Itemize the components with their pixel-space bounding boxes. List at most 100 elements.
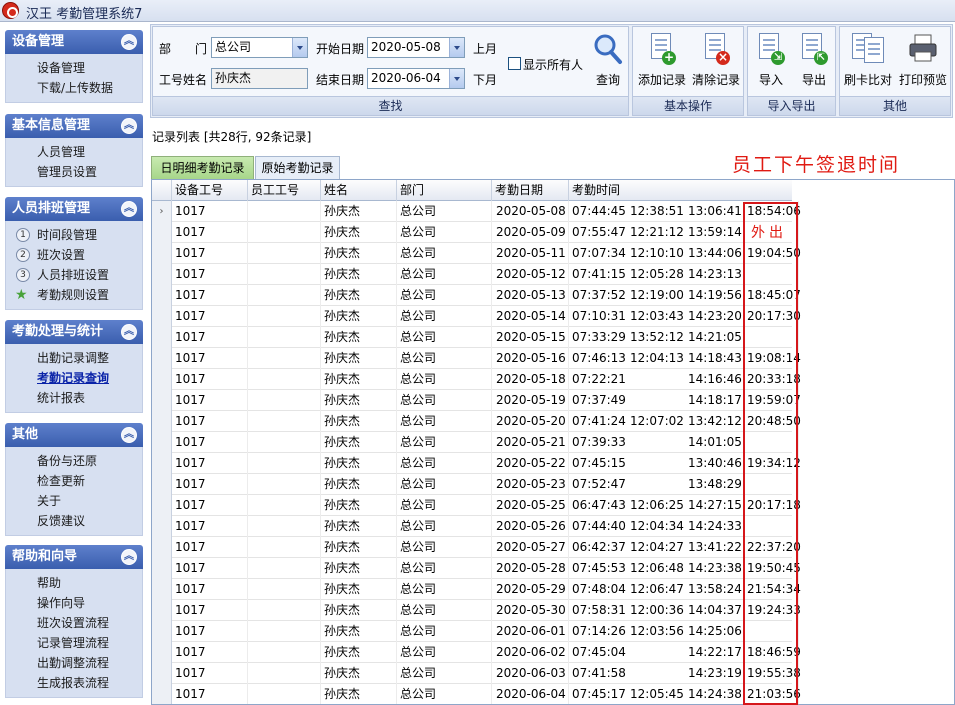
- cell-time-3[interactable]: 14:24:33: [685, 516, 743, 537]
- table-row[interactable]: 1017 孙庆杰 总公司 2020-05-19 07:37:49 14:18:17 19:5…: [152, 390, 801, 411]
- cell-date[interactable]: 2020-05-23: [492, 474, 569, 495]
- import-button[interactable]: ⇲ 导入: [750, 29, 792, 95]
- col-header-date[interactable]: 考勤日期: [492, 180, 569, 201]
- row-indicator[interactable]: [152, 453, 172, 474]
- cell-employee-id[interactable]: [248, 222, 321, 243]
- cell-time-2[interactable]: [627, 432, 685, 453]
- cell-time-2[interactable]: 12:04:13: [627, 348, 685, 369]
- cell-date[interactable]: 2020-05-18: [492, 369, 569, 390]
- row-indicator[interactable]: [152, 432, 172, 453]
- table-row[interactable]: 1017 孙庆杰 总公司 2020-05-27 06:42:37 12:04:27 13:4…: [152, 537, 801, 558]
- cell-time-1[interactable]: 07:37:52: [569, 285, 627, 306]
- cell-name[interactable]: 孙庆杰: [321, 201, 397, 222]
- table-row[interactable]: 1017 孙庆杰 总公司 2020-05-12 07:41:15 12:05:28 14:2…: [152, 264, 799, 285]
- cell-name[interactable]: 孙庆杰: [321, 453, 397, 474]
- row-indicator[interactable]: [152, 474, 172, 495]
- table-row[interactable]: 1017 孙庆杰 总公司 2020-05-30 07:58:31 12:00:36 14:0…: [152, 600, 801, 621]
- cell-name[interactable]: 孙庆杰: [321, 390, 397, 411]
- add-record-button[interactable]: + 添加记录: [635, 29, 689, 95]
- cell-name[interactable]: 孙庆杰: [321, 474, 397, 495]
- dropdown-arrow-icon[interactable]: [449, 38, 464, 57]
- col-header-employee-id[interactable]: 员工工号: [248, 180, 321, 201]
- row-indicator[interactable]: [152, 264, 172, 285]
- query-button[interactable]: 查询: [588, 29, 628, 95]
- cell-dept[interactable]: 总公司: [397, 642, 492, 663]
- sidebar-group-header[interactable]: 基本信息管理 ︽: [5, 114, 143, 138]
- cell-time-3[interactable]: 13:58:24: [685, 579, 743, 600]
- cell-device-id[interactable]: 1017: [172, 558, 248, 579]
- card-compare-button[interactable]: 刷卡比对: [841, 29, 895, 95]
- collapse-icon[interactable]: ︽: [121, 427, 137, 443]
- cell-device-id[interactable]: 1017: [172, 537, 248, 558]
- sidebar-item-attendance-adjust[interactable]: 出勤记录调整: [6, 348, 142, 368]
- table-row[interactable]: 1017 孙庆杰 总公司 2020-05-25 06:47:43 12:06:25 14:2…: [152, 495, 801, 516]
- cell-dept[interactable]: 总公司: [397, 684, 492, 704]
- col-header-time[interactable]: 考勤时间: [569, 180, 792, 201]
- row-indicator[interactable]: [152, 642, 172, 663]
- cell-dept[interactable]: 总公司: [397, 474, 492, 495]
- cell-name[interactable]: 孙庆杰: [321, 411, 397, 432]
- table-row[interactable]: 1017 孙庆杰 总公司 2020-06-01 07:14:26 12:03:56 14:2…: [152, 621, 799, 642]
- sidebar-item-adjust-flow[interactable]: 出勤调整流程: [6, 653, 142, 673]
- cell-device-id[interactable]: 1017: [172, 432, 248, 453]
- cell-dept[interactable]: 总公司: [397, 369, 492, 390]
- cell-time-3[interactable]: 14:25:06: [685, 621, 743, 642]
- table-row[interactable]: 1017 孙庆杰 总公司 2020-05-16 07:46:13 12:04:13 14:1…: [152, 348, 801, 369]
- table-row[interactable]: 1017 孙庆杰 总公司 2020-05-13 07:37:52 12:19:00 14:1…: [152, 285, 801, 306]
- cell-time-3[interactable]: 13:06:41: [685, 201, 743, 222]
- cell-employee-id[interactable]: [248, 453, 321, 474]
- cell-date[interactable]: 2020-06-01: [492, 621, 569, 642]
- cell-date[interactable]: 2020-05-14: [492, 306, 569, 327]
- cell-name[interactable]: 孙庆杰: [321, 516, 397, 537]
- cell-dept[interactable]: 总公司: [397, 348, 492, 369]
- cell-date[interactable]: 2020-05-12: [492, 264, 569, 285]
- row-indicator[interactable]: [152, 495, 172, 516]
- cell-employee-id[interactable]: [248, 600, 321, 621]
- cell-time-3[interactable]: 14:18:43: [685, 348, 743, 369]
- cell-name[interactable]: 孙庆杰: [321, 432, 397, 453]
- cell-time-3[interactable]: 14:18:17: [685, 390, 743, 411]
- cell-time-2[interactable]: 12:06:47: [627, 579, 685, 600]
- cell-date[interactable]: 2020-05-30: [492, 600, 569, 621]
- sidebar-group-header[interactable]: 人员排班管理 ︽: [5, 197, 143, 221]
- sidebar-item-guide[interactable]: 操作向导: [6, 593, 142, 613]
- table-row[interactable]: 1017 孙庆杰 总公司 2020-05-14 07:10:31 12:03:43 14:2…: [152, 306, 801, 327]
- cell-device-id[interactable]: 1017: [172, 327, 248, 348]
- row-indicator[interactable]: [152, 684, 172, 704]
- table-row[interactable]: 1017 孙庆杰 总公司 2020-05-11 07:07:34 12:10:10 13:4…: [152, 243, 801, 264]
- sidebar-item-feedback[interactable]: 反馈建议: [6, 511, 142, 531]
- cell-employee-id[interactable]: [248, 537, 321, 558]
- cell-employee-id[interactable]: [248, 327, 321, 348]
- cell-dept[interactable]: 总公司: [397, 516, 492, 537]
- row-indicator[interactable]: [152, 516, 172, 537]
- cell-name[interactable]: 孙庆杰: [321, 558, 397, 579]
- cell-date[interactable]: 2020-05-26: [492, 516, 569, 537]
- cell-time-3[interactable]: 14:23:13: [685, 264, 743, 285]
- sidebar-item-statistics-report[interactable]: 统计报表: [6, 388, 142, 408]
- current-row-arrow-icon[interactable]: ›: [152, 201, 172, 222]
- cell-date[interactable]: 2020-05-13: [492, 285, 569, 306]
- cell-time-2[interactable]: [627, 474, 685, 495]
- cell-time-3[interactable]: 14:23:19: [685, 663, 743, 684]
- table-row[interactable]: 1017 孙庆杰 总公司 2020-05-18 07:22:21 14:16:46 20:3…: [152, 369, 801, 390]
- cell-time-3[interactable]: 13:42:12: [685, 411, 743, 432]
- cell-device-id[interactable]: 1017: [172, 306, 248, 327]
- row-indicator[interactable]: [152, 663, 172, 684]
- cell-device-id[interactable]: 1017: [172, 516, 248, 537]
- cell-name[interactable]: 孙庆杰: [321, 579, 397, 600]
- cell-time-1[interactable]: 07:41:58: [569, 663, 627, 684]
- table-row[interactable]: 1017 孙庆杰 总公司 2020-06-02 07:45:04 14:22:17 18:4…: [152, 642, 801, 663]
- table-row[interactable]: 1017 孙庆杰 总公司 2020-06-03 07:41:58 14:23:19 19:5…: [152, 663, 801, 684]
- cell-device-id[interactable]: 1017: [172, 621, 248, 642]
- cell-time-1[interactable]: 07:45:17: [569, 684, 627, 704]
- cell-device-id[interactable]: 1017: [172, 495, 248, 516]
- cell-time-2[interactable]: 12:04:34: [627, 516, 685, 537]
- table-row[interactable]: 1017 孙庆杰 总公司 2020-05-28 07:45:53 12:06:48 14:2…: [152, 558, 801, 579]
- cell-employee-id[interactable]: [248, 642, 321, 663]
- cell-employee-id[interactable]: [248, 579, 321, 600]
- cell-date[interactable]: 2020-05-09: [492, 222, 569, 243]
- sidebar-item-about[interactable]: 关于: [6, 491, 142, 511]
- cell-name[interactable]: 孙庆杰: [321, 495, 397, 516]
- cell-dept[interactable]: 总公司: [397, 264, 492, 285]
- cell-employee-id[interactable]: [248, 621, 321, 642]
